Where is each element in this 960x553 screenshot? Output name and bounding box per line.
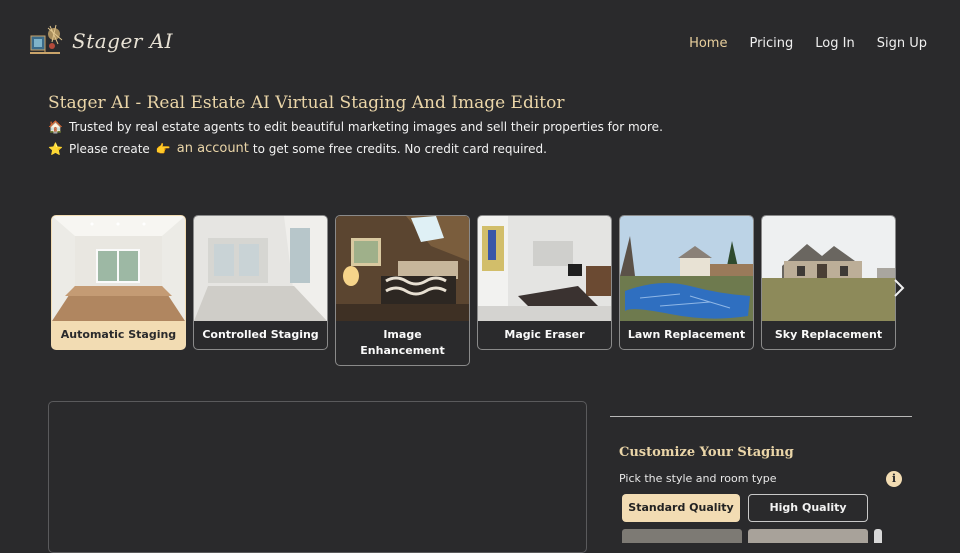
chevron-right-icon[interactable] [892, 277, 906, 304]
house-emoji-icon: 🏠 [48, 120, 63, 134]
lawn-replacement-thumbnail [620, 216, 753, 321]
hero-signup-suffix: to get some free credits. No credit card… [252, 141, 547, 156]
tool-label: Image Enhancement [360, 328, 445, 357]
tool-carousel: Automatic Staging Controlled Staging Ima… [51, 215, 896, 366]
account-link[interactable]: an account [177, 141, 249, 156]
tool-label: Lawn Replacement [627, 328, 746, 341]
image-enhancement-thumbnail [336, 216, 469, 321]
hero-signup-line: ⭐ Please create 👉 an account to get some… [48, 141, 547, 156]
tool-card-magic-eraser[interactable]: Magic Eraser [477, 215, 612, 350]
hero-trust-text: Trusted by real estate agents to edit be… [68, 120, 663, 134]
brand-name: Stager AI [72, 29, 174, 53]
logo-mark-icon [28, 22, 66, 60]
tool-label: Sky Replacement [774, 328, 883, 341]
nav-home[interactable]: Home [689, 36, 727, 51]
nav-pricing[interactable]: Pricing [749, 36, 793, 51]
tool-card-automatic-staging[interactable]: Automatic Staging [51, 215, 186, 350]
tool-label: Magic Eraser [504, 328, 585, 341]
tool-card-sky-replacement[interactable]: Sky Replacement [761, 215, 896, 350]
sky-replacement-thumbnail [762, 216, 895, 321]
standard-quality-button[interactable]: Standard Quality [622, 494, 740, 522]
high-quality-button[interactable]: High Quality [748, 494, 868, 522]
controlled-staging-thumbnail [194, 216, 327, 321]
info-icon[interactable]: i [886, 471, 902, 487]
automatic-staging-thumbnail [52, 216, 185, 321]
tool-card-controlled-staging[interactable]: Controlled Staging [193, 215, 328, 350]
style-option-thumbnail[interactable] [622, 529, 742, 543]
magic-eraser-thumbnail [478, 216, 611, 321]
star-emoji-icon: ⭐ [48, 141, 63, 156]
top-nav: Home Pricing Log In Sign Up [689, 36, 927, 51]
hero-signup-prefix: Please create [68, 141, 150, 156]
pointing-hand-icon: 👉 [155, 141, 171, 156]
nav-signup[interactable]: Sign Up [877, 36, 927, 51]
customize-title: Customize Your Staging [619, 445, 794, 460]
sidebar-divider [610, 416, 912, 417]
nav-login[interactable]: Log In [815, 36, 854, 51]
brand-logo[interactable]: Stager AI [28, 22, 173, 60]
style-option-thumbnail[interactable] [748, 529, 868, 543]
image-upload-panel[interactable] [48, 401, 587, 553]
style-option-thumbnail[interactable] [874, 529, 882, 543]
page-title: Stager AI - Real Estate AI Virtual Stagi… [48, 93, 565, 113]
tool-label: Controlled Staging [202, 328, 319, 341]
tool-card-lawn-replacement[interactable]: Lawn Replacement [619, 215, 754, 350]
tool-card-image-enhancement[interactable]: Image Enhancement [335, 215, 470, 366]
customize-subtitle: Pick the style and room type [619, 472, 777, 485]
tool-label: Automatic Staging [60, 328, 177, 341]
hero-trust-line: 🏠 Trusted by real estate agents to edit … [48, 120, 663, 134]
